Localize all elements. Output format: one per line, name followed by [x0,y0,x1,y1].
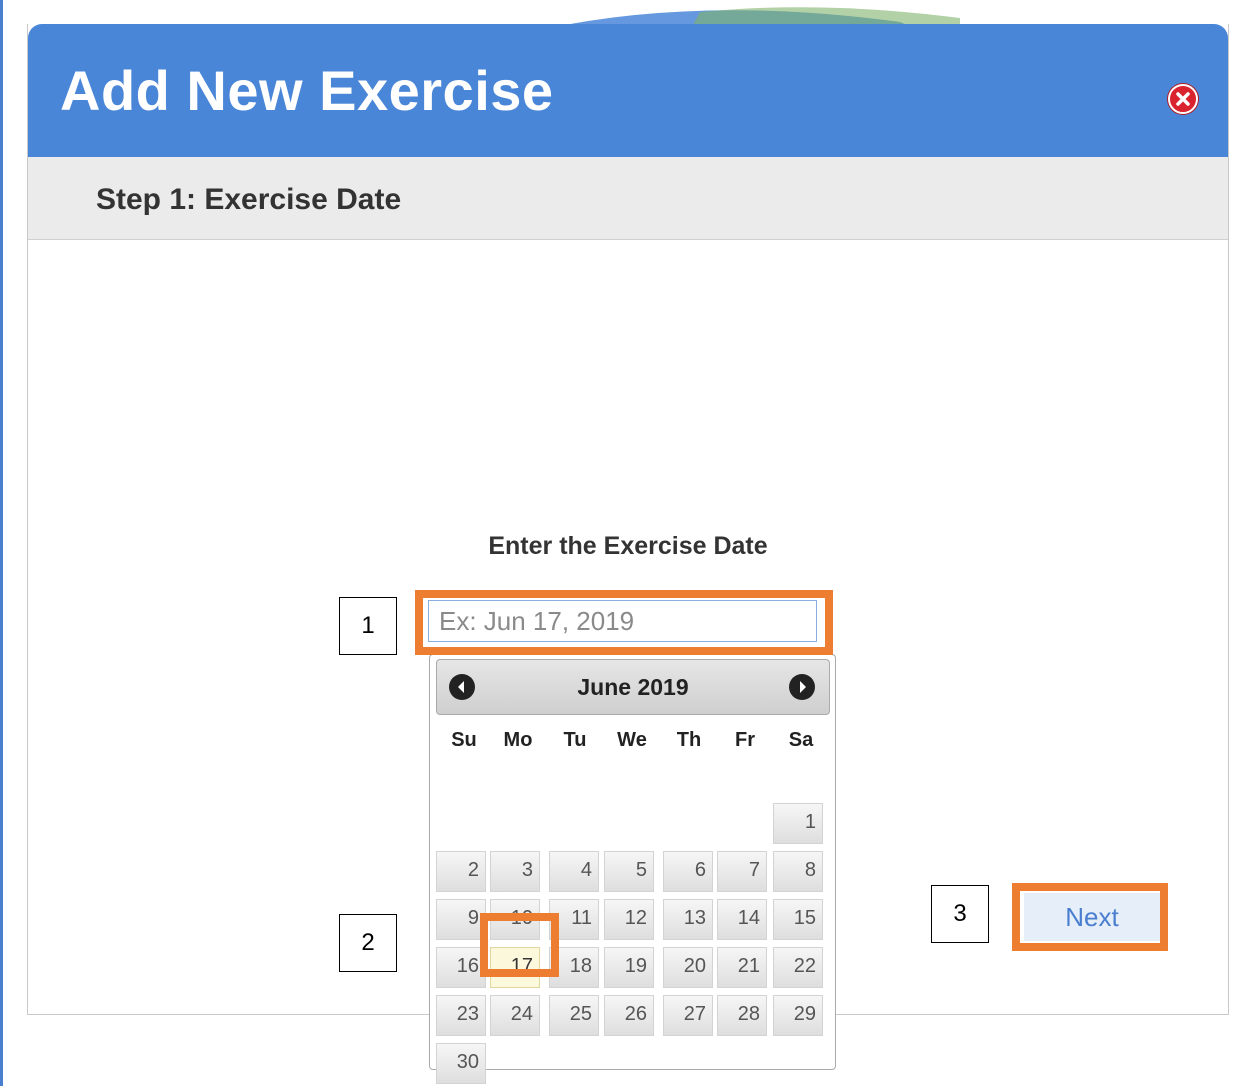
callout-2: 2 [339,914,397,972]
datepicker-day-today[interactable]: 17 [490,947,540,988]
close-icon[interactable] [1168,84,1198,114]
datepicker-day[interactable]: 7 [717,851,767,892]
datepicker-day[interactable]: 14 [717,899,767,940]
datepicker-day[interactable]: 9 [436,899,486,940]
weekday-header: Fr [735,729,755,751]
datepicker-day[interactable]: 24 [490,995,540,1036]
datepicker-day[interactable]: 30 [436,1043,486,1084]
callout-3: 3 [931,885,989,943]
next-button[interactable]: Next [1024,893,1160,941]
weekday-header: Th [676,729,702,751]
datepicker-day[interactable]: 20 [663,947,713,988]
datepicker-day[interactable]: 25 [549,995,599,1036]
datepicker-day[interactable]: 19 [604,947,654,988]
chevron-right-icon[interactable] [789,674,815,700]
datepicker-day[interactable]: 26 [604,995,654,1036]
date-prompt-label: Enter the Exercise Date [488,532,768,560]
weekday-header: Mo [503,729,533,751]
step-label: Step 1: Exercise Date [96,183,402,216]
weekday-header: We [617,729,647,751]
datepicker-day[interactable]: 29 [773,995,823,1036]
datepicker-day[interactable]: 22 [773,947,823,988]
datepicker-day[interactable]: 5 [604,851,654,892]
datepicker-header: June 2019 [436,659,830,715]
datepicker-day[interactable]: 21 [717,947,767,988]
datepicker-day[interactable]: 6 [663,851,713,892]
exercise-date-input[interactable] [428,600,817,642]
datepicker-day[interactable]: 12 [604,899,654,940]
datepicker-day[interactable]: 15 [773,899,823,940]
step-bar: Step 1: Exercise Date [28,157,1228,240]
dialog-header: Add New Exercise [28,24,1228,157]
add-exercise-dialog: Add New Exercise Step 1: Exercise Date E… [27,24,1229,1084]
datepicker-day[interactable]: 10 [490,899,540,940]
datepicker-day[interactable]: 16 [436,947,486,988]
weekday-header: Tu [563,729,587,751]
datepicker-day[interactable]: 23 [436,995,486,1036]
datepicker-day[interactable]: 13 [663,899,713,940]
background-edge [0,0,3,1086]
datepicker-day[interactable]: 3 [490,851,540,892]
datepicker-month-label: June 2019 [577,674,689,700]
weekday-header: Su [451,729,477,751]
callout-1: 1 [339,597,397,655]
datepicker-day[interactable]: 4 [549,851,599,892]
datepicker-day[interactable]: 8 [773,851,823,892]
dialog-title: Add New Exercise [60,59,554,122]
datepicker-day[interactable]: 27 [663,995,713,1036]
datepicker-popup: June 2019 Su Mo Tu We Th Fr Sa 1 2 3 4 5 6 7 8 9 10 11 12 1… [429,654,836,1084]
datepicker-day[interactable]: 18 [549,947,599,988]
datepicker-day[interactable]: 28 [717,995,767,1036]
weekday-header: Sa [788,729,814,751]
datepicker-day[interactable]: 1 [773,803,823,844]
datepicker-day[interactable]: 2 [436,851,486,892]
datepicker-day[interactable]: 11 [549,899,599,940]
